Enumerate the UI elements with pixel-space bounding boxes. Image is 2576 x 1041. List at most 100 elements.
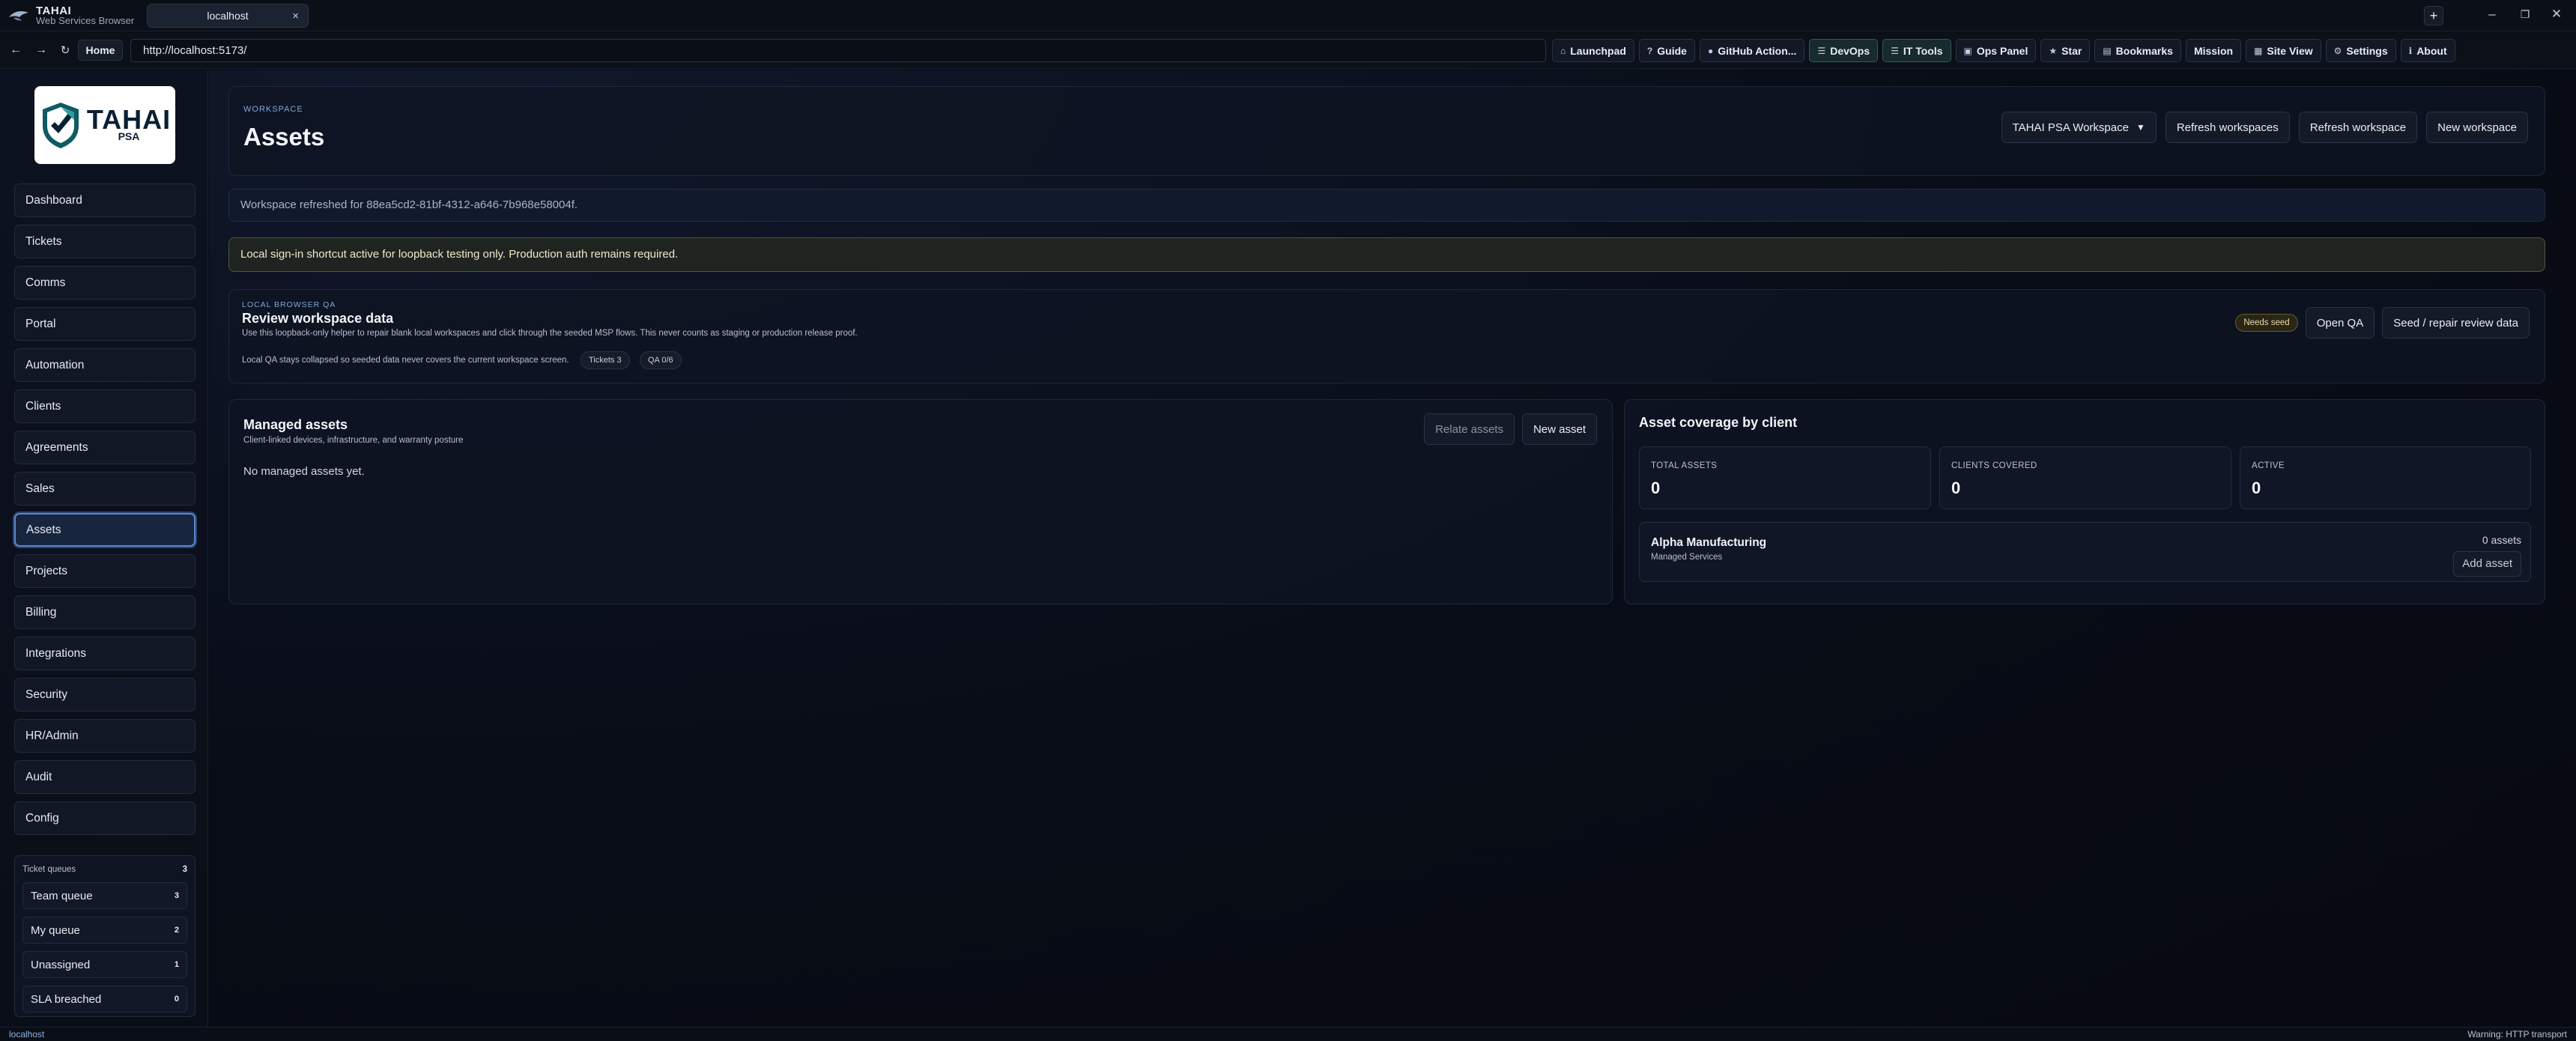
toolbar-it-tools-button[interactable]: ☰ IT Tools bbox=[1882, 39, 1951, 62]
menu-icon: ☰ bbox=[1891, 45, 1899, 56]
status-bar: localhost Warning: HTTP transport bbox=[0, 1027, 2576, 1041]
qa-note: Local QA stays collapsed so seeded data … bbox=[242, 356, 569, 365]
status-host: localhost bbox=[9, 1029, 45, 1040]
new-workspace-button[interactable]: New workspace bbox=[2426, 112, 2528, 143]
stat-value: 0 bbox=[2252, 479, 2261, 497]
managed-assets-title: Managed assets bbox=[243, 417, 348, 432]
back-arrow-icon[interactable]: ← bbox=[7, 40, 24, 61]
toolbar-label: GitHub Action... bbox=[1718, 44, 1797, 57]
page-eyebrow: WORKSPACE bbox=[243, 105, 303, 114]
refresh-workspaces-button[interactable]: Refresh workspaces bbox=[2165, 112, 2290, 143]
question-icon: ? bbox=[1646, 45, 1653, 56]
sidebar-item-audit[interactable]: Audit bbox=[14, 760, 196, 794]
sidebar-item-comms[interactable]: Comms bbox=[14, 266, 196, 300]
toolbar-bookmarks-button[interactable]: ▤ Bookmarks bbox=[2094, 39, 2181, 62]
info-icon: ℹ bbox=[2408, 45, 2413, 56]
queues-title: Ticket queues bbox=[22, 865, 76, 874]
empty-state: No managed assets yet. bbox=[243, 465, 365, 478]
toolbar-label: Site View bbox=[2267, 44, 2313, 57]
toolbar-site-view-button[interactable]: ▦ Site View bbox=[2246, 39, 2321, 62]
star-icon: ★ bbox=[2049, 45, 2058, 56]
sidebar-item-tickets[interactable]: Tickets bbox=[14, 225, 196, 258]
sidebar-item-agreements[interactable]: Agreements bbox=[14, 431, 196, 464]
sidebar-item-projects[interactable]: Projects bbox=[14, 554, 196, 588]
forward-arrow-icon[interactable]: → bbox=[33, 40, 49, 61]
client-name: Alpha Manufacturing bbox=[1651, 536, 1767, 549]
client-coverage-row: Alpha Manufacturing Managed Services 0 a… bbox=[1639, 522, 2531, 582]
qa-progress-pill: QA 0/6 bbox=[640, 351, 682, 369]
needs-seed-badge: Needs seed bbox=[2235, 314, 2298, 332]
queue-count: 2 bbox=[174, 926, 179, 935]
sidebar-nav: Dashboard Tickets Comms Portal Automation Cli… bbox=[14, 183, 196, 843]
relate-assets-button[interactable]: Relate assets bbox=[1424, 413, 1515, 445]
close-window-icon[interactable]: ✕ bbox=[2548, 7, 2565, 22]
sidebar-item-dashboard[interactable]: Dashboard bbox=[14, 183, 196, 217]
stat-active: ACTIVE 0 bbox=[2240, 446, 2531, 509]
queue-item-mine[interactable]: My queue 2 bbox=[22, 917, 187, 944]
queue-label: SLA breached bbox=[31, 992, 102, 1006]
navigation-bar: ← → ↻ Home http://localhost:5173/ ⌂ Launc… bbox=[0, 32, 2576, 69]
toolbar-label: Ops Panel bbox=[1976, 44, 2028, 57]
address-bar[interactable]: http://localhost:5173/ bbox=[130, 39, 1546, 62]
toolbar-ops-panel-button[interactable]: ▣ Ops Panel bbox=[1955, 39, 2037, 62]
sidebar-item-portal[interactable]: Portal bbox=[14, 307, 196, 341]
add-asset-button[interactable]: Add asset bbox=[2453, 551, 2521, 577]
stat-clients-covered: CLIENTS COVERED 0 bbox=[1939, 446, 2231, 509]
stat-label: ACTIVE bbox=[2252, 461, 2285, 470]
tab-close-icon[interactable]: × bbox=[292, 10, 299, 22]
queue-item-team[interactable]: Team queue 3 bbox=[22, 882, 187, 909]
sidebar-item-hr-admin[interactable]: HR/Admin bbox=[14, 719, 196, 753]
toolbar-mission-button[interactable]: Mission bbox=[2185, 39, 2242, 62]
gear-icon: ⚙ bbox=[2333, 45, 2342, 56]
minimize-icon[interactable]: – bbox=[2484, 7, 2500, 22]
sidebar-item-sales[interactable]: Sales bbox=[14, 472, 196, 506]
app-logo[interactable]: TAHAI PSA bbox=[34, 86, 175, 164]
toolbar-about-button[interactable]: ℹ About bbox=[2400, 39, 2455, 62]
workspace-select[interactable]: TAHAI PSA Workspace ▼ bbox=[2001, 112, 2157, 143]
home-button[interactable]: Home bbox=[78, 40, 123, 61]
sidebar-item-security[interactable]: Security bbox=[14, 678, 196, 711]
toolbar-guide-button[interactable]: ? Guide bbox=[1638, 39, 1695, 62]
toolbar-devops-button[interactable]: ☰ DevOps bbox=[1809, 39, 1879, 62]
refresh-workspace-button[interactable]: Refresh workspace bbox=[2298, 112, 2418, 143]
sidebar-item-billing[interactable]: Billing bbox=[14, 595, 196, 629]
qa-title: Review workspace data bbox=[242, 311, 394, 326]
auth-warning-banner: Local sign-in shortcut active for loopba… bbox=[228, 237, 2545, 272]
sidebar-item-integrations[interactable]: Integrations bbox=[14, 637, 196, 670]
sidebar-item-automation[interactable]: Automation bbox=[14, 348, 196, 382]
toolbar-label: Star bbox=[2061, 44, 2082, 57]
toolbar-label: IT Tools bbox=[1903, 44, 1943, 57]
new-asset-button[interactable]: New asset bbox=[1521, 413, 1597, 445]
toolbar-star-button[interactable]: ★ Star bbox=[2040, 39, 2091, 62]
sidebar-item-config[interactable]: Config bbox=[14, 801, 196, 835]
shield-logo-icon bbox=[42, 103, 79, 148]
restore-icon[interactable]: ❐ bbox=[2517, 8, 2533, 21]
tickets-pill: Tickets 3 bbox=[581, 351, 630, 369]
toolbar-settings-button[interactable]: ⚙ Settings bbox=[2325, 39, 2396, 62]
toolbar-label: Launchpad bbox=[1570, 44, 1626, 57]
brand-subtitle: Web Services Browser bbox=[36, 14, 135, 26]
toolbar-label: Guide bbox=[1657, 44, 1687, 57]
stat-value: 0 bbox=[1951, 479, 1961, 497]
toolbar-github-action-button[interactable]: ● GitHub Action... bbox=[1699, 39, 1805, 62]
new-tab-button[interactable]: + bbox=[2424, 6, 2443, 25]
queue-label: Team queue bbox=[31, 889, 93, 902]
queue-count: 0 bbox=[174, 995, 179, 1004]
queue-item-sla-breached[interactable]: SLA breached 0 bbox=[22, 986, 187, 1013]
reload-icon[interactable]: ↻ bbox=[57, 40, 73, 61]
panel-icon: ▣ bbox=[1963, 45, 1972, 56]
eagle-logo-icon bbox=[9, 10, 28, 21]
toolbar-launchpad-button[interactable]: ⌂ Launchpad bbox=[1552, 39, 1634, 62]
toolbar-label: About bbox=[2416, 44, 2447, 57]
browser-tab[interactable]: localhost × bbox=[147, 4, 309, 28]
menu-icon: ☰ bbox=[1817, 45, 1826, 56]
open-qa-button[interactable]: Open QA bbox=[2305, 307, 2375, 339]
queue-item-unassigned[interactable]: Unassigned 1 bbox=[22, 951, 187, 978]
workspace-select-value: TAHAI PSA Workspace bbox=[2012, 121, 2129, 134]
seed-repair-button[interactable]: Seed / repair review data bbox=[2382, 307, 2530, 339]
sidebar: TAHAI PSA Dashboard Tickets Comms Portal Aut… bbox=[0, 70, 208, 1027]
sidebar-item-clients[interactable]: Clients bbox=[14, 389, 196, 423]
sidebar-item-assets[interactable]: Assets bbox=[14, 513, 196, 547]
logo-wordmark: TAHAI bbox=[86, 104, 172, 135]
page-title: Assets bbox=[243, 123, 325, 151]
